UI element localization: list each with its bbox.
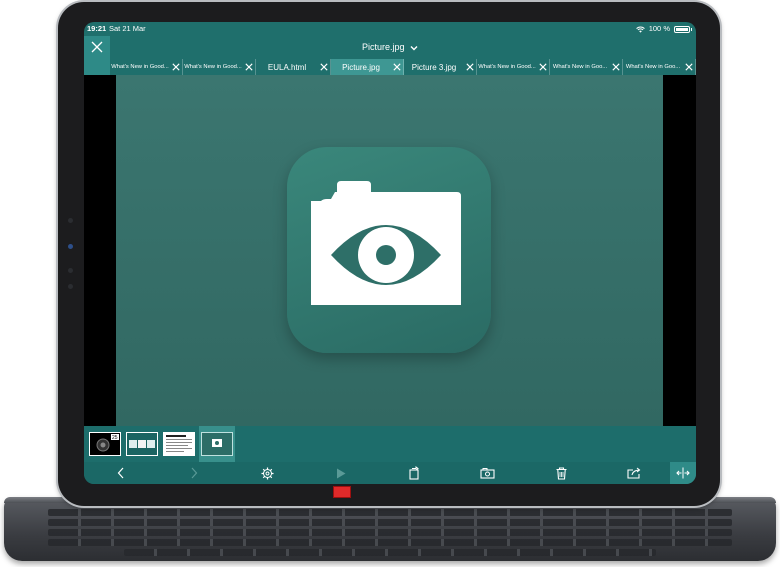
status-time: 19:21: [87, 24, 107, 33]
tab-label: What's New in Good...: [111, 64, 169, 70]
camera-icon: 25: [96, 434, 119, 452]
tab-2[interactable]: What's New in Good...: [183, 59, 256, 75]
thumbnail-badge: 25: [112, 435, 118, 441]
red-marker: [333, 486, 351, 498]
app-icon: [287, 147, 491, 353]
tab-label: EULA.html: [267, 62, 307, 72]
play-button[interactable]: [326, 462, 356, 484]
smart-keyboard: [4, 497, 776, 561]
side-button: [68, 268, 73, 273]
thumbnail-picture[interactable]: [201, 432, 233, 456]
settings-button[interactable]: [252, 462, 282, 484]
tab-6[interactable]: What's New in Good...: [477, 59, 550, 75]
trash-icon: [556, 466, 566, 480]
share-button[interactable]: [619, 462, 649, 484]
tab-close-button[interactable]: [243, 59, 255, 75]
play-icon: [337, 468, 346, 478]
title-bar: Picture.jpg: [84, 36, 696, 60]
rotate-page-icon: [409, 466, 419, 480]
delete-button[interactable]: [546, 462, 576, 484]
tab-close-button[interactable]: [391, 59, 403, 75]
tab-label: What's New in Goo...: [625, 64, 681, 70]
close-icon: [393, 63, 401, 71]
close-icon: [320, 63, 328, 71]
picture-icon: [212, 439, 222, 447]
tab-7[interactable]: What's New in Goo...: [550, 59, 623, 75]
tab-4[interactable]: Picture.jpg: [331, 59, 404, 75]
tab-8[interactable]: What's New in Goo...: [623, 59, 696, 75]
close-icon: [685, 63, 693, 71]
close-icon: [245, 63, 253, 71]
expand-icon: [676, 467, 690, 479]
chevron-left-icon: [117, 467, 124, 479]
chevron-right-icon: [191, 467, 198, 479]
status-bar: 19:21 Sat 21 Mar 100 %: [84, 22, 696, 36]
tab-label: What's New in Good...: [184, 64, 242, 70]
bottom-toolbar: [84, 462, 696, 484]
chevron-down-icon: [410, 45, 418, 51]
forward-button[interactable]: [179, 462, 209, 484]
tab-label: Picture 3.jpg: [411, 62, 457, 72]
tab-label: Picture.jpg: [342, 62, 380, 72]
side-button: [68, 218, 73, 223]
tab-3[interactable]: EULA.html: [256, 59, 331, 75]
thumbnail-strip: 25: [84, 426, 696, 462]
thumbnail-photos[interactable]: [126, 432, 158, 456]
status-date: Sat 21 Mar: [109, 24, 146, 33]
rotate-page-button[interactable]: [399, 462, 429, 484]
thumbnail-camera[interactable]: 25: [89, 432, 121, 456]
photo-library-button[interactable]: [472, 462, 502, 484]
document-title-menu[interactable]: Picture.jpg: [84, 42, 696, 52]
share-icon: [627, 467, 641, 479]
tab-bar: What's New in Good... What's New in Good.…: [110, 59, 696, 75]
tab-close-button[interactable]: [683, 59, 695, 75]
battery-percent: 100 %: [648, 24, 670, 33]
close-icon: [91, 41, 103, 53]
tab-label: What's New in Goo...: [552, 64, 608, 70]
tab-close-button[interactable]: [610, 59, 622, 75]
tab-close-button[interactable]: [464, 59, 476, 75]
tab-close-button[interactable]: [537, 59, 549, 75]
document-title: Picture.jpg: [361, 42, 405, 52]
thumbnail-document[interactable]: [163, 432, 195, 456]
side-button: [68, 284, 73, 289]
tab-5[interactable]: Picture 3.jpg: [404, 59, 477, 75]
tab-close-button[interactable]: [318, 59, 330, 75]
picture: [116, 75, 663, 426]
tab-1[interactable]: What's New in Good...: [110, 59, 183, 75]
close-icon: [612, 63, 620, 71]
close-icon: [172, 63, 180, 71]
close-icon: [466, 63, 474, 71]
fullscreen-button[interactable]: [670, 462, 696, 484]
side-sensor: [68, 244, 73, 249]
folder-eye-icon: [311, 181, 461, 305]
image-viewer[interactable]: [84, 75, 696, 426]
battery-icon: [674, 25, 692, 33]
tab-close-button[interactable]: [170, 59, 182, 75]
photo-library-icon: [479, 468, 495, 479]
back-button[interactable]: [106, 462, 136, 484]
document-icon: [166, 435, 192, 452]
tab-label: What's New in Good...: [478, 64, 536, 70]
photos-icon: [129, 440, 155, 448]
gear-icon: [260, 466, 274, 480]
close-icon: [539, 63, 547, 71]
wifi-icon: [635, 26, 645, 33]
app-screen: 19:21 Sat 21 Mar 100 % Picture.jpg What'…: [84, 22, 696, 484]
